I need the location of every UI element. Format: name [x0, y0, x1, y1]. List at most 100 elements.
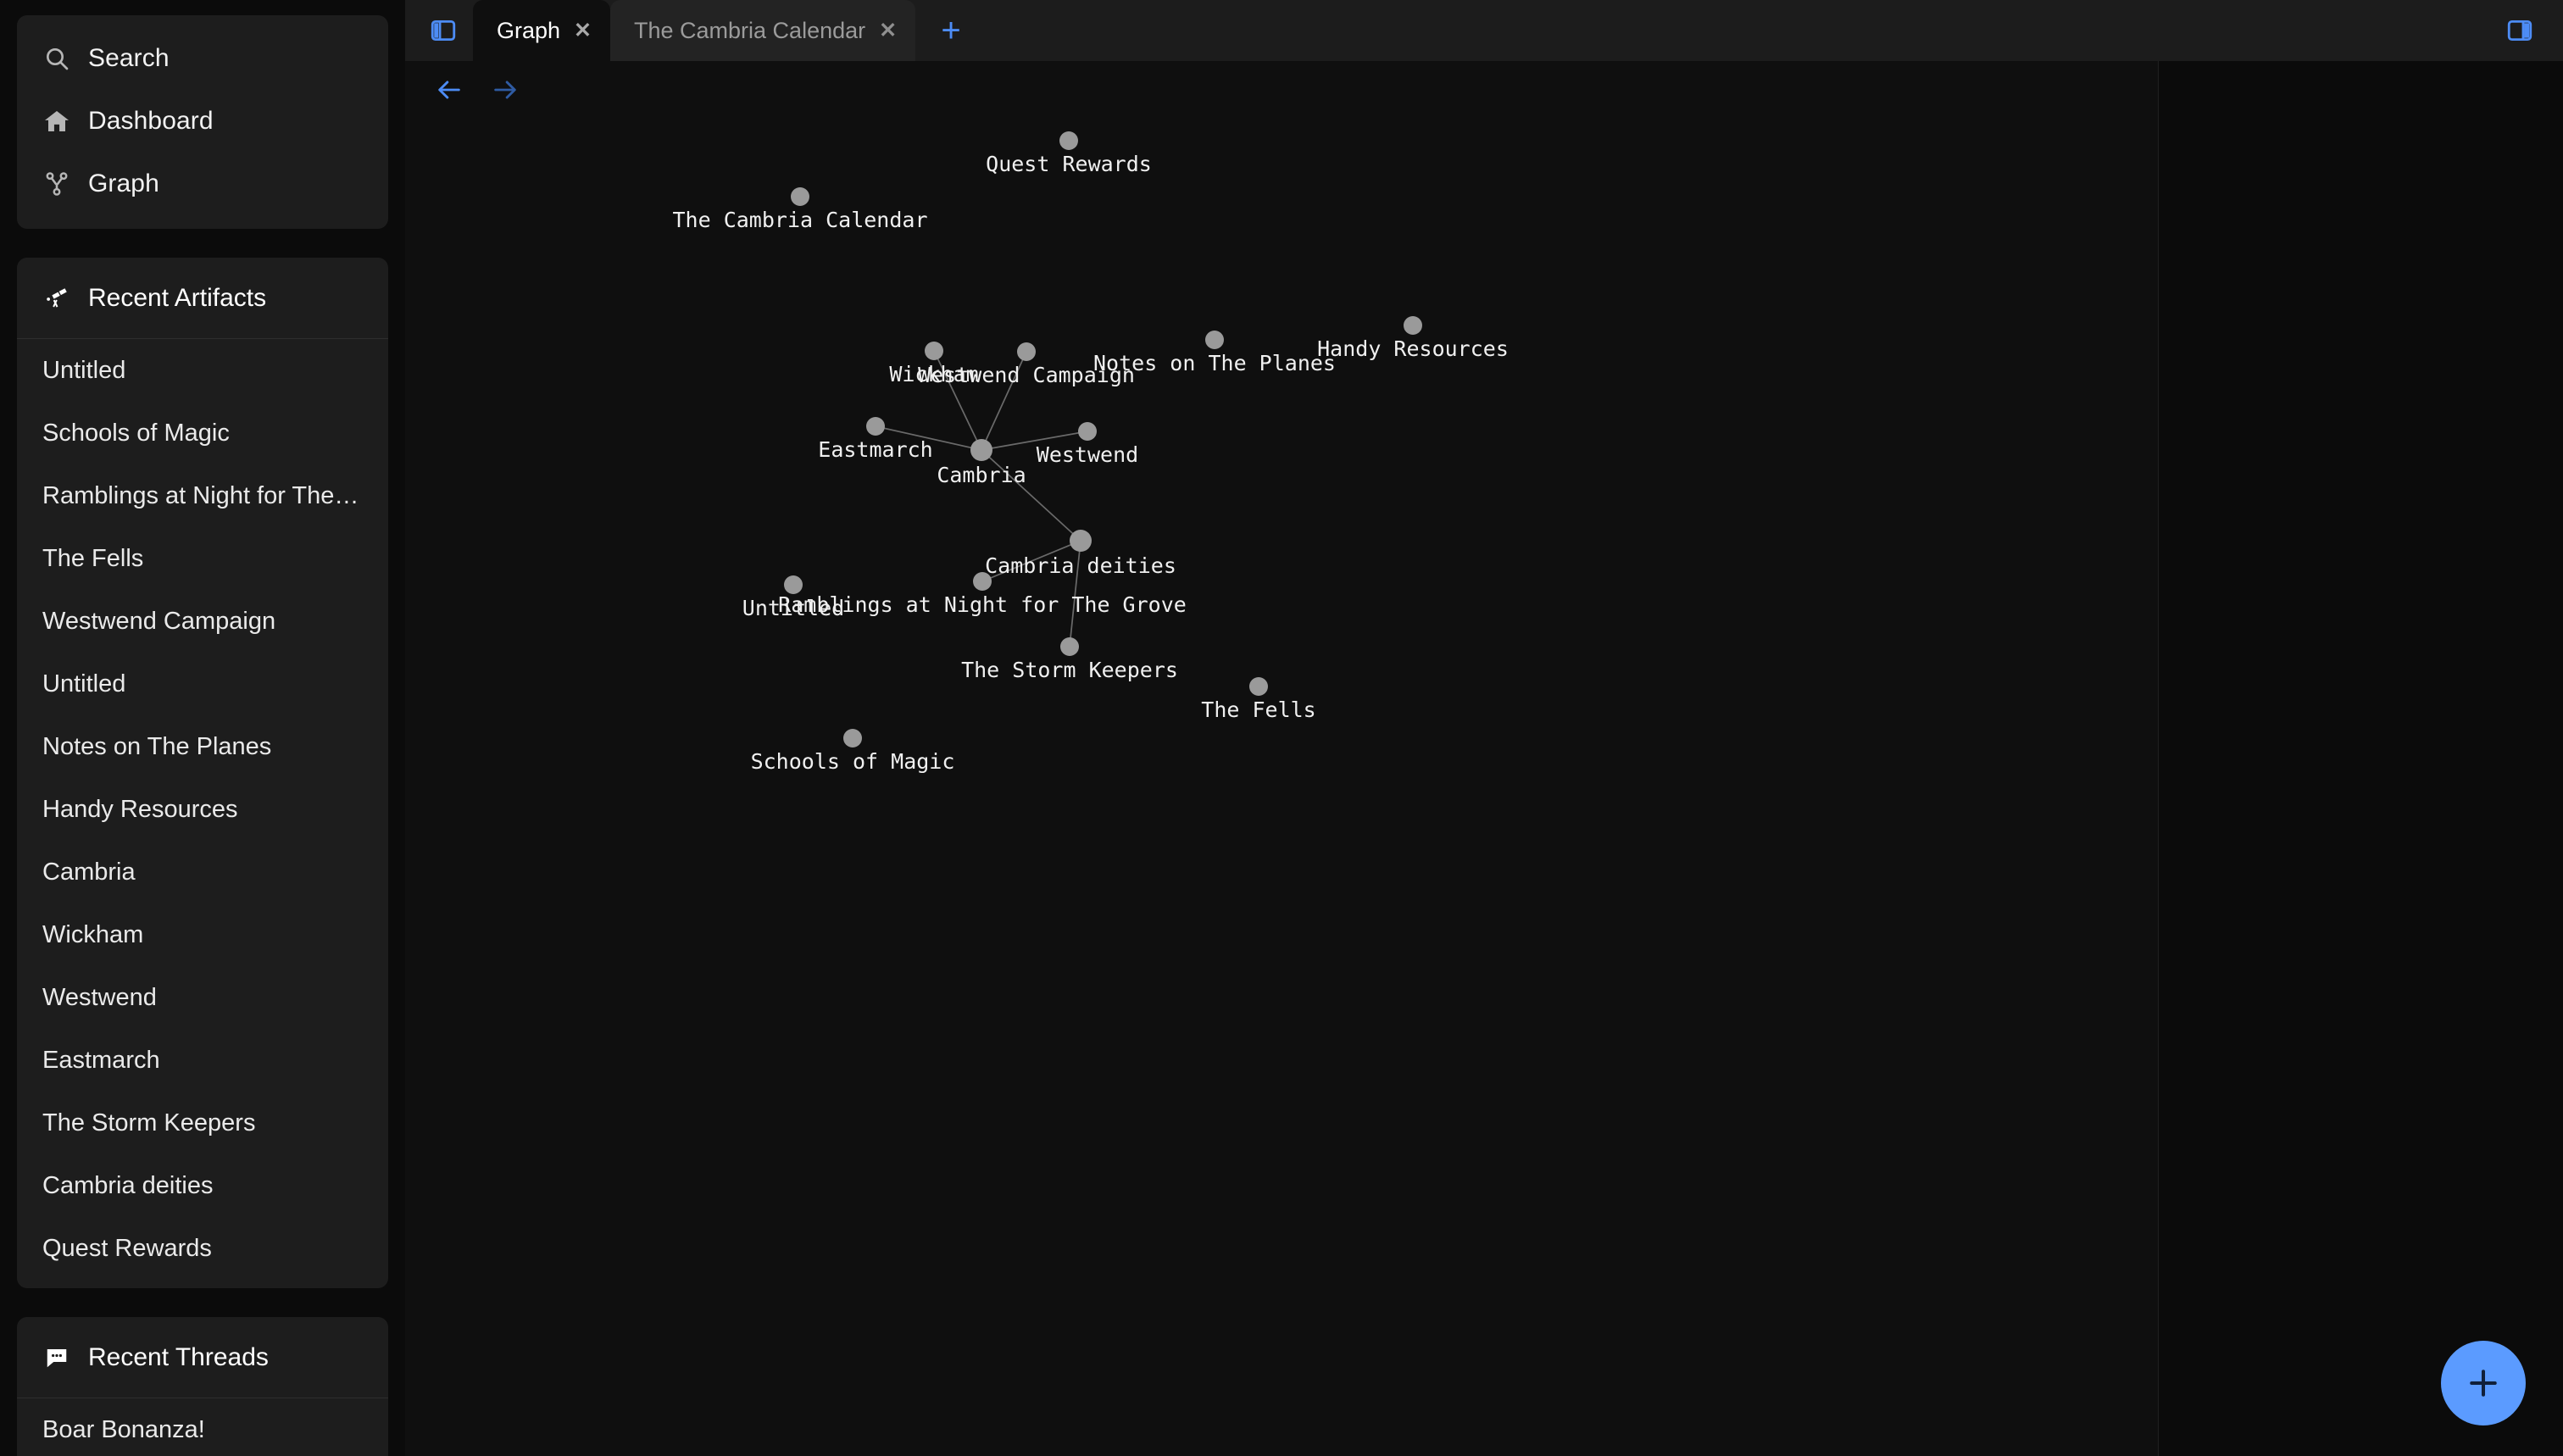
graph-node[interactable]: Eastmarch	[818, 417, 933, 462]
content-toolbar	[405, 61, 2563, 119]
artifact-list-item[interactable]: Schools of Magic	[17, 402, 388, 464]
content-panel: Quest Rewards The Cambria Calendar Wickham…	[405, 61, 2563, 1456]
recent-threads-header: Recent Threads	[17, 1317, 388, 1398]
graph-node-dot[interactable]	[1059, 131, 1078, 150]
graph-node-dot[interactable]	[925, 342, 943, 360]
right-panel-icon[interactable]	[2497, 8, 2543, 53]
graph-node-label: Cambria deities	[985, 553, 1176, 578]
graph-node-label: The Storm Keepers	[961, 658, 1178, 682]
graph-node-label: Cambria	[937, 463, 1026, 487]
sidebar-item-search[interactable]: Search	[17, 27, 388, 90]
recent-threads-title: Recent Threads	[88, 1342, 269, 1371]
graph-node-dot[interactable]	[973, 572, 992, 591]
graph-node-dot[interactable]	[791, 187, 809, 206]
graph-node[interactable]: The Storm Keepers	[961, 637, 1178, 682]
graph-node-dot[interactable]	[1404, 316, 1422, 335]
graph-node[interactable]: Notes on The Planes	[1093, 331, 1336, 375]
graph-node-dot[interactable]	[843, 729, 862, 747]
artifact-label: Cambria	[42, 858, 136, 886]
artifact-list-item[interactable]: Ramblings at Night for The …	[17, 464, 388, 527]
graph-node-dot[interactable]	[1017, 342, 1036, 361]
graph-node-label: Quest Rewards	[986, 152, 1152, 176]
artifact-label: Quest Rewards	[42, 1234, 212, 1262]
graph-node[interactable]: The Fells	[1201, 677, 1316, 722]
tab-graph[interactable]: Graph ✕	[473, 0, 610, 61]
graph-node-dot[interactable]	[866, 417, 885, 436]
create-button[interactable]	[2441, 1341, 2526, 1425]
tab-label: Graph	[497, 17, 561, 43]
graph-node[interactable]: Cambria deities	[985, 530, 1176, 578]
graph-node-dot[interactable]	[1060, 637, 1079, 656]
main-area: Graph ✕ The Cambria Calendar ✕ + Quest R…	[405, 0, 2563, 1456]
graph-canvas[interactable]: Quest Rewards The Cambria Calendar Wickham…	[405, 119, 2563, 1456]
artifact-list-item[interactable]: Cambria	[17, 841, 388, 903]
home-icon	[42, 107, 71, 136]
artifact-list-item[interactable]: Notes on The Planes	[17, 715, 388, 778]
thread-label: Boar Bonanza!	[42, 1415, 205, 1443]
arrow-left-icon[interactable]	[425, 66, 473, 114]
sidebar-item-graph[interactable]: Graph	[17, 153, 388, 215]
artifact-list-item[interactable]: Untitled	[17, 339, 388, 402]
artifact-label: Untitled	[42, 356, 126, 384]
artifact-label: Wickham	[42, 920, 144, 948]
graph-nodes: Quest RewardsThe Cambria CalendarWickham…	[672, 131, 1509, 774]
close-icon[interactable]: ✕	[574, 19, 592, 42]
graph-node-dot[interactable]	[1205, 331, 1224, 349]
graph-node-dot[interactable]	[784, 575, 803, 594]
artifact-label: The Storm Keepers	[42, 1109, 256, 1136]
artifact-label: Untitled	[42, 670, 126, 697]
artifact-list-item[interactable]: Eastmarch	[17, 1029, 388, 1092]
graph-node-dot[interactable]	[1249, 677, 1268, 696]
search-icon	[42, 44, 71, 73]
artifact-label: Ramblings at Night for The …	[42, 481, 363, 509]
new-tab-button[interactable]: +	[927, 5, 975, 56]
graph-node[interactable]: Cambria	[937, 439, 1026, 487]
arrow-right-icon[interactable]	[481, 66, 529, 114]
artifact-list-item[interactable]: Quest Rewards	[17, 1217, 388, 1280]
graph-node-label: Eastmarch	[818, 437, 932, 462]
recent-threads-list: Boar Bonanza!	[17, 1398, 388, 1456]
recent-artifacts-list: Untitled Schools of Magic Ramblings at Nig…	[17, 339, 388, 1288]
artifact-list-item[interactable]: Handy Resources	[17, 778, 388, 841]
artifact-label: Westwend Campaign	[42, 607, 276, 635]
graph-node-label: Handy Resources	[1317, 336, 1509, 361]
chat-icon	[42, 1343, 71, 1372]
graph-node[interactable]: Schools of Magic	[751, 729, 955, 774]
recent-artifacts-card: Recent Artifacts Untitled Schools of Magi…	[17, 258, 388, 1288]
artifact-label: Westwend	[42, 983, 157, 1011]
artifact-list-item[interactable]: The Fells	[17, 527, 388, 590]
sidebar-item-dashboard[interactable]: Dashboard	[17, 90, 388, 153]
artifact-label: Cambria deities	[42, 1171, 214, 1199]
graph-node[interactable]: Quest Rewards	[986, 131, 1152, 176]
recent-threads-card: Recent Threads Boar Bonanza!	[17, 1317, 388, 1456]
artifact-list-item[interactable]: Untitled	[17, 653, 388, 715]
graph-node-dot[interactable]	[970, 439, 992, 461]
graph-node[interactable]: Handy Resources	[1317, 316, 1509, 361]
graph-node-dot[interactable]	[1078, 422, 1097, 441]
thread-list-item[interactable]: Boar Bonanza!	[17, 1398, 388, 1456]
artifact-list-item[interactable]: Westwend Campaign	[17, 590, 388, 653]
graph-node[interactable]: Ramblings at Night for The Grove	[778, 572, 1187, 617]
artifact-list-item[interactable]: Westwend	[17, 966, 388, 1029]
artifact-list-item[interactable]: The Storm Keepers	[17, 1092, 388, 1154]
ellipsis-icon[interactable]	[2488, 75, 2539, 106]
close-icon[interactable]: ✕	[879, 19, 897, 42]
telescope-icon	[42, 284, 71, 313]
graph-node-label: Schools of Magic	[751, 749, 955, 774]
graph-node-label: The Cambria Calendar	[672, 208, 927, 232]
graph-node-dot[interactable]	[1070, 530, 1092, 552]
graph-node-label: Notes on The Planes	[1093, 351, 1336, 375]
graph-node-label: Ramblings at Night for The Grove	[778, 592, 1187, 617]
graph-node[interactable]: Westwend	[1037, 422, 1138, 467]
left-panel-icon[interactable]	[420, 8, 466, 53]
artifact-list-item[interactable]: Wickham	[17, 903, 388, 966]
artifact-list-item[interactable]: Cambria deities	[17, 1154, 388, 1217]
tab-the-cambria-calendar[interactable]: The Cambria Calendar ✕	[610, 0, 916, 61]
graph-node[interactable]: The Cambria Calendar	[672, 187, 928, 232]
tab-label: The Cambria Calendar	[634, 17, 866, 43]
graph-svg: Quest RewardsThe Cambria CalendarWickham…	[672, 131, 1509, 774]
recent-artifacts-header: Recent Artifacts	[17, 258, 388, 339]
recent-artifacts-title: Recent Artifacts	[88, 283, 267, 312]
sidebar: Search Dashboard Graph Recent Artifacts …	[0, 0, 405, 1456]
artifact-label: Eastmarch	[42, 1046, 160, 1074]
